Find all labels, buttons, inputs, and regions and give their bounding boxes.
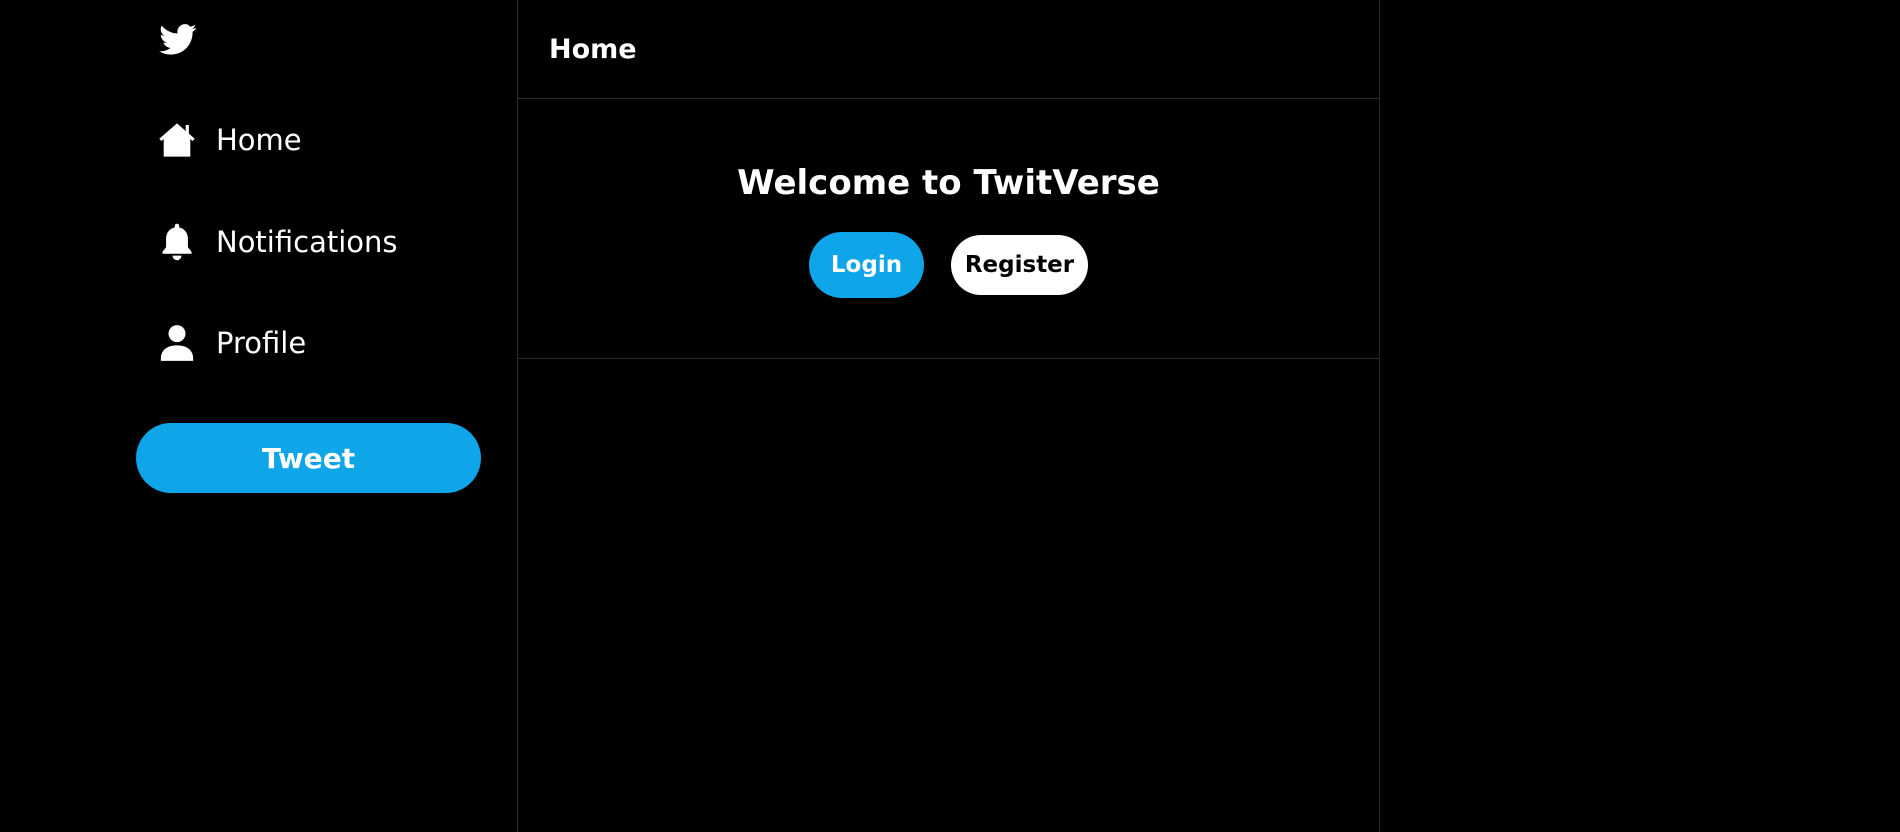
login-button[interactable]: Login xyxy=(809,232,924,298)
sidebar-item-home[interactable]: Home xyxy=(158,110,302,170)
welcome-title: Welcome to TwitVerse xyxy=(737,163,1160,203)
right-panel xyxy=(1380,0,1900,832)
home-icon xyxy=(158,121,196,159)
app-window: Home Notifications Profile Tweet Home We… xyxy=(0,0,1900,832)
sidebar: Home Notifications Profile Tweet xyxy=(0,0,517,832)
user-icon xyxy=(158,324,196,362)
twitter-logo-icon[interactable] xyxy=(158,22,198,58)
sidebar-item-label: Notifications xyxy=(216,225,398,259)
twitter-bird-icon xyxy=(159,24,197,55)
sidebar-item-notifications[interactable]: Notifications xyxy=(158,212,398,272)
sidebar-item-label: Profile xyxy=(216,326,307,360)
bell-icon xyxy=(158,223,196,261)
register-button[interactable]: Register xyxy=(951,235,1088,295)
tweet-button[interactable]: Tweet xyxy=(136,423,481,493)
feed-area xyxy=(518,359,1379,832)
auth-buttons: Login Register xyxy=(518,232,1379,298)
main-header: Home xyxy=(518,0,1379,99)
sidebar-item-label: Home xyxy=(216,123,302,157)
page-title: Home xyxy=(549,33,637,65)
welcome-panel: Welcome to TwitVerse Login Register xyxy=(518,99,1379,359)
main-column: Home Welcome to TwitVerse Login Register xyxy=(517,0,1380,832)
sidebar-item-profile[interactable]: Profile xyxy=(158,313,306,373)
